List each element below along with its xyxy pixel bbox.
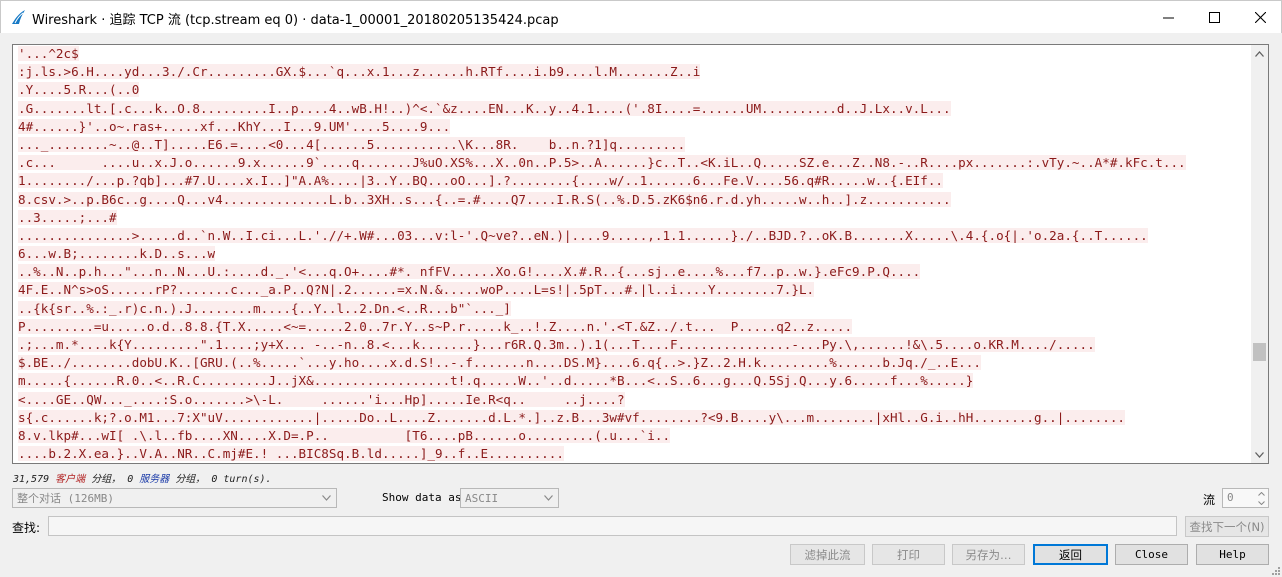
spin-up-icon[interactable] [1255, 489, 1268, 498]
stream-line: ..._........~..@..T].....E6.=....<0...4[… [18, 136, 1246, 154]
stream-line-text: 4F.E..N^s>oS......rP?.......c..._a.P..Q?… [18, 282, 815, 298]
filter-out-stream-button[interactable]: 滤掉此流 [790, 544, 865, 565]
stream-line: 8.v.lkp#...wI[ .\.l..fb....XN....X.D=.P.… [18, 427, 1246, 445]
stream-line-text: 1......../...p.?qb]...#7.U....x.I..]"A.A… [18, 173, 944, 189]
stream-line: 8.csv.>..p.B6c..g....Q...v4.............… [18, 191, 1246, 209]
show-data-as-value: ASCII [465, 491, 499, 505]
window-title: Wireshark · 追踪 TCP 流 (tcp.stream eq 0) ·… [32, 13, 559, 28]
stream-line: ....b.2.X.ea.}..V.A..NR..C.mj#E.! ...BIC… [18, 445, 1246, 463]
show-data-label: Show data as [382, 491, 462, 504]
stream-line-text: :j.ls.>6.H....yd...3./.Cr.........GX.$..… [18, 64, 701, 80]
stream-line-text: .;...m.*....k{Y.........".1....;y+X... -… [18, 337, 1095, 352]
stream-text-area[interactable]: '...^2c$ :j.ls.>6.H....yd...3./.Cr.......… [12, 44, 1269, 464]
stream-line: .;...m.*....k{Y.........".1....;y+X... -… [18, 336, 1246, 354]
help-button[interactable]: Help [1196, 544, 1269, 565]
close-icon [1254, 11, 1266, 23]
stream-line-text: s{.c......k;?.o.M1...7:X"uV............|… [18, 409, 1125, 425]
stream-line-text: m.....{......R.0..<..R.C.........J..jX&.… [18, 373, 974, 389]
stream-line: ..{k{sr..%.:_.r)c.n.).J........m....{..Y… [18, 300, 1246, 318]
stream-line: P.........=u.....o.d..8.8.{T.X.....<~=..… [18, 318, 1246, 336]
spin-down-icon[interactable] [1255, 498, 1268, 507]
turn-count: 0 turn(s). [211, 474, 272, 485]
stream-line: 4#......}'..o~.ras+.....xf...KhY...I...9… [18, 118, 1246, 136]
scroll-up-arrow-icon[interactable] [1251, 45, 1268, 62]
stream-line-text: $.BE../........dobU.K..[GRU.(..%.....`..… [18, 355, 981, 371]
client-label: 客户端 [55, 474, 86, 485]
server-label: 服务器 [139, 474, 170, 485]
stream-line: ...............>.....d..`n.W..I.ci...L.'… [18, 227, 1246, 245]
close-button[interactable]: Close [1115, 544, 1188, 565]
server-packet-count: 0 [127, 474, 134, 485]
show-data-as-select[interactable]: ASCII [460, 488, 559, 508]
close-window-button[interactable] [1237, 1, 1282, 33]
chevron-down-icon [322, 495, 331, 501]
stream-number-label: 流 [1203, 493, 1216, 507]
stream-line: .c... ....u..x.J.o......9.x......9`....q… [18, 154, 1246, 172]
client-suffix: 分组， [91, 474, 122, 485]
stream-stats: 31,579 客户端 分组， 0 服务器 分组， 0 turn(s). [13, 470, 272, 485]
stream-line-text: P.........=u.....o.d..8.8.{T.X.....<~=..… [18, 318, 853, 334]
stream-lines: '...^2c$ :j.ls.>6.H....yd...3./.Cr.......… [18, 45, 1246, 463]
stream-line: .Y....5.R...(..0 [18, 81, 1246, 99]
stream-line: 6...w.B;........k.D..s...w [18, 245, 1246, 263]
stream-line-text: 8.v.lkp#...wI[ .\.l..fb....XN....X.D=.P.… [18, 427, 671, 443]
server-suffix: 分组， [175, 474, 206, 485]
stream-line-text: ....b.2.X.ea.}..V.A..NR..C.mj#E.! ...BIC… [18, 446, 564, 462]
scroll-down-arrow-icon[interactable] [1251, 446, 1268, 463]
stream-number-spinbox[interactable]: 0 [1222, 488, 1269, 508]
stream-line-text: ..3.....;...# [18, 209, 117, 225]
wireshark-fin-icon [12, 10, 25, 24]
stream-line-text: ...............>.....d..`n.W..I.ci...L.'… [18, 227, 1148, 243]
scrollbar-thumb[interactable] [1253, 343, 1266, 361]
print-button[interactable]: 打印 [872, 544, 945, 565]
stream-line-text: .G.......lt.[.c...k..O.8.........I..p...… [18, 100, 951, 116]
stream-line-text: 8.csv.>..p.B6c..g....Q...v4.............… [18, 191, 951, 207]
resize-grip-icon[interactable] [1270, 565, 1280, 575]
stream-line-text: .c... ....u..x.J.o......9.x......9`....q… [18, 155, 1186, 171]
stream-line-text: 4#......}'..o~.ras+.....xf...KhY...I...9… [18, 118, 451, 134]
conversation-select[interactable]: 整个对话 (126MB) [12, 488, 337, 508]
stream-line: :j.ls.>6.H....yd...3./.Cr.........GX.$..… [18, 63, 1246, 81]
maximize-button[interactable] [1191, 1, 1237, 33]
stream-line-text: <....GE..QW..._....:S.o.......>\-L. ....… [18, 391, 625, 407]
stream-line: .G.......lt.[.c...k..O.8.........I..p...… [18, 100, 1246, 118]
maximize-icon [1208, 11, 1220, 23]
stream-number-value: 0 [1227, 491, 1234, 504]
conversation-select-value: 整个对话 (126MB) [17, 492, 114, 505]
save-as-button[interactable]: 另存为… [952, 544, 1025, 565]
stream-line: m.....{......R.0..<..R.C.........J..jX&.… [18, 372, 1246, 390]
minimize-icon [1162, 17, 1174, 18]
stream-line: $.BE../........dobU.K..[GRU.(..%.....`..… [18, 354, 1246, 372]
stream-line: <....GE..QW..._....:S.o.......>\-L. ....… [18, 391, 1246, 409]
stream-line: s{.c......k;?.o.M1...7:X"uV............|… [18, 409, 1246, 427]
find-next-button[interactable]: 查找下一个(N) [1185, 516, 1269, 537]
vertical-scrollbar[interactable] [1251, 45, 1268, 463]
stream-line: '...^2c$ [18, 45, 1246, 63]
stream-line: 4F.E..N^s>oS......rP?.......c..._a.P..Q?… [18, 281, 1246, 299]
stream-line: ..3.....;...# [18, 209, 1246, 227]
chevron-down-icon [544, 495, 553, 501]
stream-line-text: ..{k{sr..%.:_.r)c.n.).J........m....{..Y… [18, 300, 511, 316]
stream-line-text: '...^2c$ [18, 46, 79, 61]
client-packet-count: 31,579 [13, 474, 50, 485]
back-button[interactable]: 返回 [1033, 544, 1108, 565]
stream-line-text: ..%..N..p.h..."...n..N...U.:....d._.'<..… [18, 264, 921, 280]
title-bar: Wireshark · 追踪 TCP 流 (tcp.stream eq 0) ·… [0, 0, 1282, 33]
stream-line: ..%..N..p.h..."...n..N...U.:....d._.'<..… [18, 263, 1246, 281]
stream-line-text: 6...w.B;........k.D..s...w [18, 246, 216, 262]
minimize-button[interactable] [1145, 1, 1191, 33]
find-label: 查找: [12, 521, 41, 535]
find-input[interactable] [48, 516, 1177, 536]
stream-line-text: .Y....5.R...(..0 [18, 82, 140, 98]
stream-line: 1......../...p.?qb]...#7.U....x.I..]"A.A… [18, 172, 1246, 190]
stream-line-text: ..._........~..@..T].....E6.=....<0...4[… [18, 136, 686, 152]
